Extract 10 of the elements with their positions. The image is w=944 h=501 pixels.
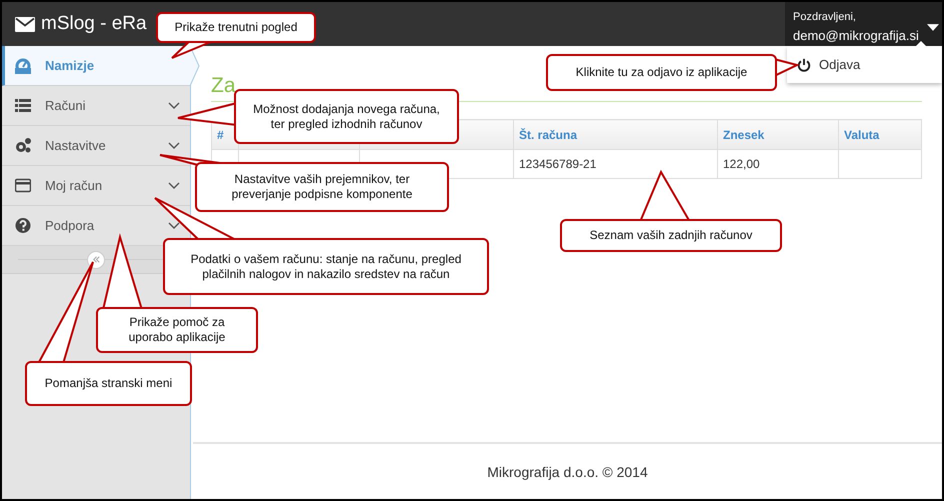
column-header: Valuta [838, 120, 922, 150]
table-cell: 122,00 [718, 150, 838, 178]
footer-text: Mikrografija d.o.o. © 2014 [193, 442, 942, 499]
callout-text: Možnost dodajanja novega računa, ter pregled izhodnih računov [234, 89, 459, 144]
logout-menu-item[interactable]: Odjava [787, 46, 942, 83]
column-header: Št. računa [514, 120, 718, 150]
callout-text: Pomanjša stranski meni [25, 361, 192, 406]
column-header: Znesek [718, 120, 838, 150]
app-title: mSlog - eRa [41, 13, 147, 35]
user-menu-toggle[interactable]: Pozdravljeni, demo@mikrografija.si [785, 2, 942, 46]
